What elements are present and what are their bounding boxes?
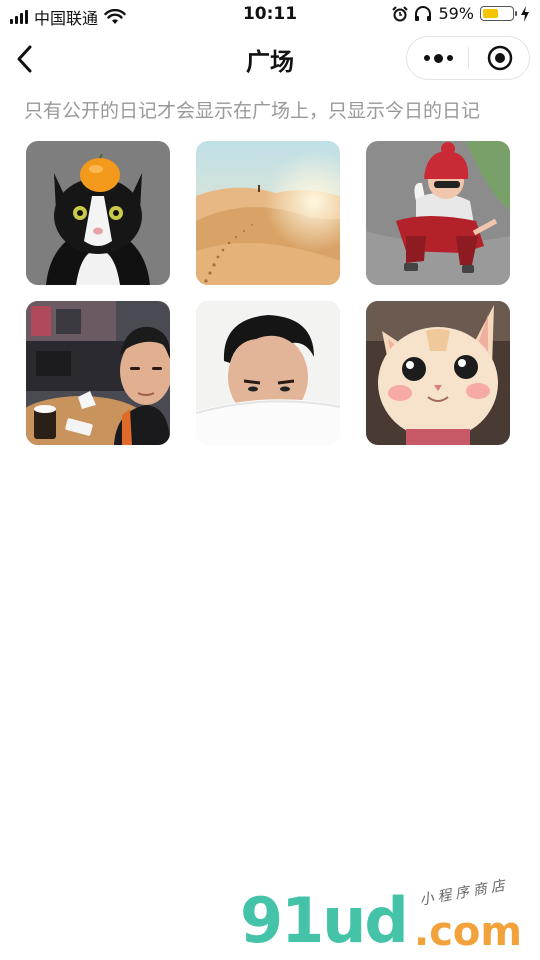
charging-icon: [521, 5, 529, 22]
public-diary-hint: 只有公开的日记才会显示在广场上，只显示今日的日记: [24, 100, 481, 122]
alarm-icon: [392, 5, 409, 21]
cat-photo: [26, 141, 170, 285]
diary-thumbnail-child[interactable]: [366, 141, 510, 285]
watermark-small-text: 小程序商店: [418, 877, 510, 909]
blush-cat-photo: [366, 301, 510, 445]
diary-thumbnail-cat-orange[interactable]: [26, 141, 170, 285]
miniprogram-capsule: [406, 36, 530, 80]
status-right: 59%: [392, 4, 530, 23]
battery-fill: [483, 9, 499, 18]
watermark-com-text: .com: [414, 909, 523, 955]
battery-percent: 59%: [438, 4, 474, 23]
nav-bar: 广场: [0, 30, 540, 88]
child-photo: [366, 141, 510, 285]
more-button[interactable]: [407, 37, 469, 79]
diary-thumbnail-desert[interactable]: [196, 141, 340, 285]
selfie-photo: [26, 301, 170, 445]
headphones-icon: [415, 5, 432, 21]
desert-photo: [196, 141, 340, 285]
close-miniprogram-button[interactable]: [469, 37, 531, 79]
diary-thumbnail-selfie[interactable]: [26, 301, 170, 445]
diary-thumbnail-cat-blush[interactable]: [366, 301, 510, 445]
chevron-left-icon: [17, 45, 32, 73]
watermark-logo: 91ud .com 小程序商店: [240, 877, 530, 957]
watermark-main-text: 91ud: [240, 884, 409, 957]
status-bar: 中国联通 10:11 59%: [0, 0, 540, 30]
boy-photo: [196, 301, 340, 445]
diary-grid: [26, 141, 510, 445]
more-dots-icon: [423, 53, 453, 63]
target-close-icon: [487, 45, 513, 71]
diary-thumbnail-boy[interactable]: [196, 301, 340, 445]
back-button[interactable]: [10, 42, 42, 76]
battery-icon: [480, 6, 517, 21]
